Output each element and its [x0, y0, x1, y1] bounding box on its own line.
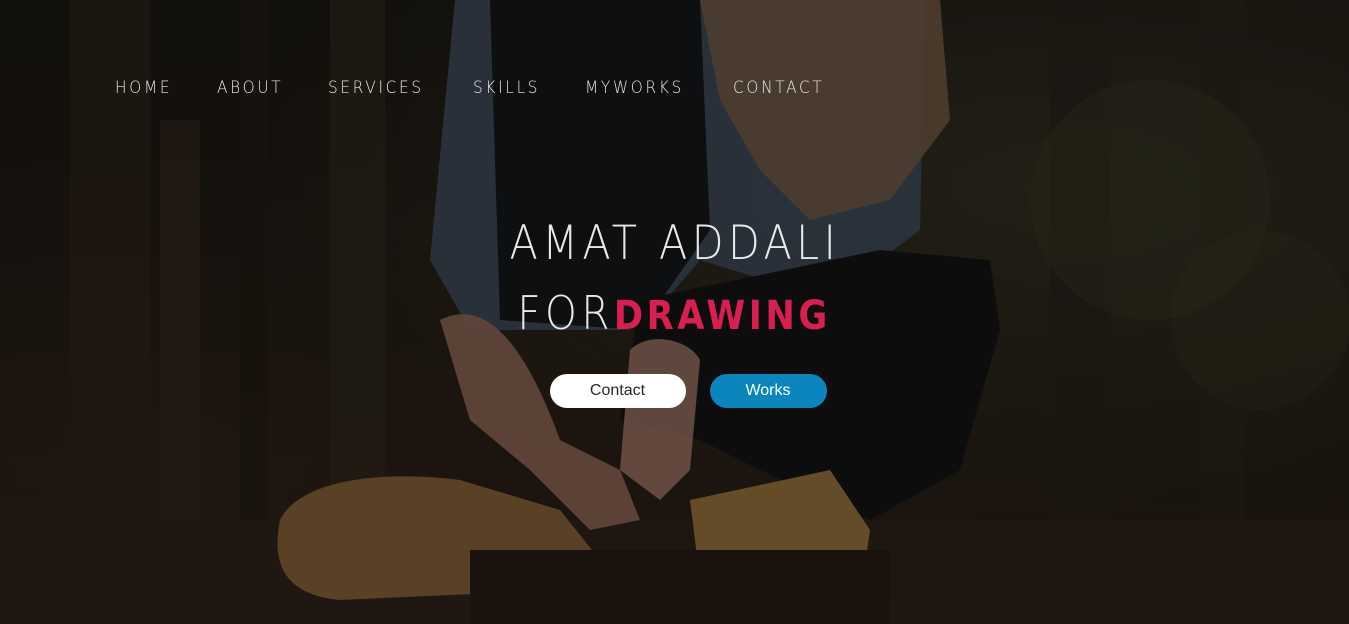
- nav-contact[interactable]: CONTACT: [733, 76, 824, 100]
- main-navigation: HOME ABOUT SERVICES SKILLS MYWORKS CONTA…: [115, 76, 873, 100]
- nav-skills[interactable]: SKILLS: [473, 76, 540, 100]
- hero-subtitle-accent: DRAWING: [614, 293, 832, 339]
- nav-about[interactable]: ABOUT: [217, 76, 283, 100]
- hero-title: AMAT ADDALI: [509, 216, 840, 271]
- nav-home[interactable]: HOME: [115, 76, 172, 100]
- contact-button[interactable]: Contact: [549, 374, 686, 408]
- hero-section: HOME ABOUT SERVICES SKILLS MYWORKS CONTA…: [0, 0, 1349, 624]
- nav-myworks[interactable]: MYWORKS: [585, 76, 684, 100]
- hero-buttons: Contact Works: [0, 374, 1349, 408]
- nav-services[interactable]: SERVICES: [328, 76, 424, 100]
- hero-subtitle: FORDRAWING: [518, 284, 831, 354]
- works-button[interactable]: Works: [709, 374, 827, 408]
- hero-subtitle-prefix: FOR: [517, 286, 615, 340]
- hero-headline: AMAT ADDALI FORDRAWING: [0, 214, 1349, 354]
